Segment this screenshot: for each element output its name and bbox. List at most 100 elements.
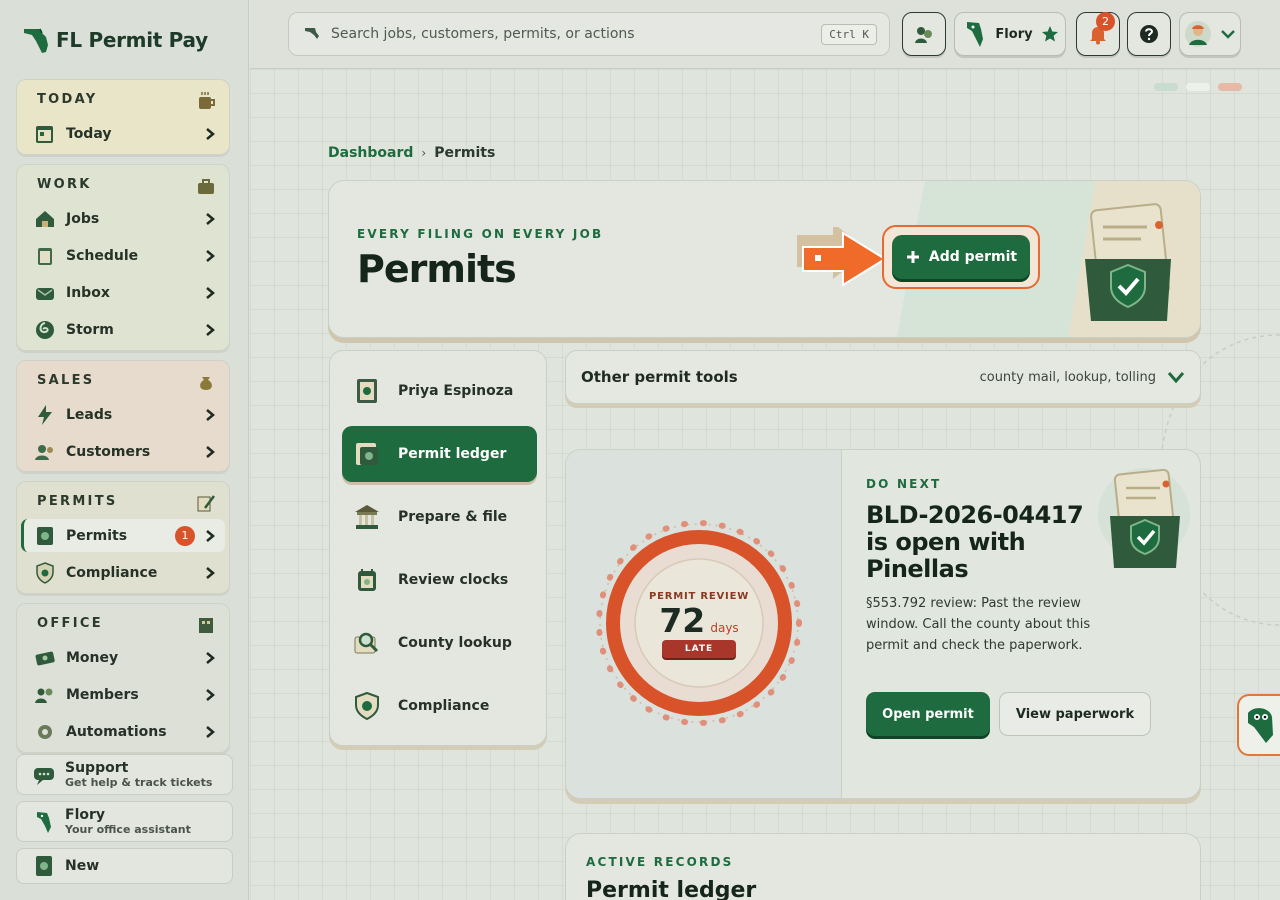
chevron-down-icon	[1221, 30, 1235, 39]
nav-group-office: OFFICE Money Members Automations	[16, 603, 230, 753]
nav-group-today: TODAY Today	[16, 79, 230, 155]
open-permit-button[interactable]: Open permit	[866, 692, 990, 736]
sidebar-item-customers[interactable]: Customers	[21, 435, 225, 468]
courthouse-icon	[355, 505, 379, 529]
add-permit-label: Add permit	[928, 249, 1018, 265]
chevron-right-icon	[206, 445, 215, 458]
view-paperwork-button[interactable]: View paperwork	[999, 692, 1151, 736]
members-icon	[915, 27, 932, 43]
sidebar-item-members[interactable]: Members	[21, 678, 225, 711]
search-mascot-icon	[305, 28, 319, 39]
window-dot-green[interactable]	[1154, 83, 1178, 91]
window-dot-red[interactable]	[1218, 83, 1242, 91]
sidebar-item-label: Permits	[66, 527, 128, 544]
subnav-item-priya-espinoza[interactable]: Priya Espinoza	[342, 363, 537, 419]
subnav-item-review-clocks[interactable]: Review clocks	[342, 552, 537, 608]
group-title-today: TODAY	[37, 92, 98, 107]
gauge-unit: days	[710, 621, 739, 635]
sidebar-item-inbox[interactable]: Inbox	[21, 276, 225, 309]
lightning-icon	[38, 404, 52, 425]
search-input[interactable]	[331, 26, 822, 42]
add-permit-button[interactable]: Add permit	[892, 235, 1030, 279]
sidebar-item-leads[interactable]: Leads	[21, 398, 225, 431]
hurricane-icon	[36, 320, 54, 339]
sidebar-item-label: Compliance	[66, 564, 158, 581]
page-header-card: EVERY FILING ON EVERY JOB Permits Add pe…	[328, 180, 1201, 338]
subnav-label: Review clocks	[398, 572, 509, 588]
breadcrumb-current: Permits	[434, 145, 496, 161]
page-title: Permits	[357, 247, 517, 291]
subnav-item-compliance[interactable]: Compliance	[342, 678, 537, 734]
late-status-badge: LATE	[662, 640, 736, 658]
window-dot-white[interactable]	[1186, 83, 1210, 91]
assistant-chip-label: Flory	[995, 26, 1033, 42]
breadcrumb-separator: ›	[421, 146, 427, 160]
notifications-button[interactable]: 2	[1076, 12, 1120, 56]
sidebar-item-label: Automations	[66, 723, 167, 740]
do-next-title: BLD-2026-04417 is open with Pinellas	[866, 501, 1084, 583]
flory-mascot-icon	[1247, 708, 1273, 743]
permit-folder-illustration-icon	[1098, 468, 1190, 568]
sidebar-item-today[interactable]: Today	[21, 117, 225, 150]
sidebar-item-label: Jobs	[66, 210, 100, 227]
chevron-right-icon	[206, 688, 215, 701]
help-button[interactable]	[1127, 12, 1171, 56]
sidebar: FL Permit Pay TODAY Today WORK Jobs Sche…	[0, 0, 249, 900]
account-menu-button[interactable]	[1179, 12, 1241, 56]
group-title-permits: PERMITS	[37, 494, 118, 509]
chevron-right-icon	[206, 529, 215, 542]
search-box[interactable]: Ctrl K	[288, 12, 890, 56]
sidebar-item-compliance[interactable]: Compliance	[21, 556, 225, 589]
people-icon	[35, 444, 53, 460]
sidebar-item-label: Storm	[66, 321, 114, 338]
sidebar-item-schedule[interactable]: Schedule	[21, 239, 225, 272]
shield-icon	[36, 561, 54, 584]
breadcrumb-dashboard[interactable]: Dashboard	[328, 145, 413, 161]
assistant-title: Flory	[65, 807, 106, 823]
building-icon	[199, 618, 213, 633]
assistant-launcher[interactable]	[1237, 694, 1280, 756]
chevron-right-icon	[206, 127, 215, 140]
chevron-down-icon	[1167, 372, 1185, 384]
other-permit-tools-toggle[interactable]: Other permit tools county mail, lookup, …	[565, 350, 1201, 404]
coffee-icon	[199, 92, 215, 109]
nav-group-permits: PERMITS Permits 1 Compliance	[16, 481, 230, 594]
new-title: New	[65, 858, 100, 874]
group-title-work: WORK	[37, 177, 92, 192]
pointer-arrow-icon	[797, 227, 887, 287]
records-eyebrow: ACTIVE RECORDS	[586, 855, 734, 869]
subnav-label: Permit ledger	[398, 446, 507, 462]
user-avatar-icon	[1185, 21, 1211, 47]
calendar-icon	[36, 125, 53, 143]
sidebar-item-storm[interactable]: Storm	[21, 313, 225, 346]
sidebar-item-automations[interactable]: Automations	[21, 715, 225, 748]
support-card[interactable]: Support Get help & track tickets	[16, 754, 233, 795]
members-button[interactable]	[902, 12, 946, 56]
cash-icon	[35, 651, 55, 665]
subnav-item-county-lookup[interactable]: County lookup	[342, 615, 537, 671]
sidebar-item-permits[interactable]: Permits 1	[21, 519, 225, 552]
assistant-subtitle: Your office assistant	[65, 823, 191, 836]
subnav-item-prepare-file[interactable]: Prepare & file	[342, 489, 537, 545]
assistant-card[interactable]: Flory Your office assistant	[16, 801, 233, 842]
sidebar-item-label: Schedule	[66, 247, 139, 264]
members-icon	[35, 688, 53, 703]
chevron-right-icon	[206, 566, 215, 579]
sidebar-item-label: Customers	[66, 443, 151, 460]
star-icon	[1041, 26, 1058, 42]
review-gauge-panel: PERMIT REVIEW 72 days LATE	[566, 450, 842, 798]
sidebar-item-label: Today	[66, 125, 112, 142]
chat-bubble-icon	[34, 767, 54, 785]
tools-subtitle: county mail, lookup, tolling	[979, 369, 1156, 385]
subnav-item-permit-ledger[interactable]: Permit ledger	[342, 426, 537, 482]
brand-logo[interactable]: FL Permit Pay	[22, 22, 208, 58]
permit-doc-icon	[357, 379, 377, 403]
chevron-right-icon	[206, 286, 215, 299]
assistant-chip[interactable]: Flory	[954, 12, 1066, 56]
clipboard-icon	[38, 247, 52, 265]
sidebar-item-jobs[interactable]: Jobs	[21, 202, 225, 235]
florida-logo-icon	[24, 28, 48, 53]
page-eyebrow: EVERY FILING ON EVERY JOB	[357, 227, 604, 241]
sidebar-item-money[interactable]: Money	[21, 641, 225, 674]
new-card[interactable]: New	[16, 848, 233, 884]
